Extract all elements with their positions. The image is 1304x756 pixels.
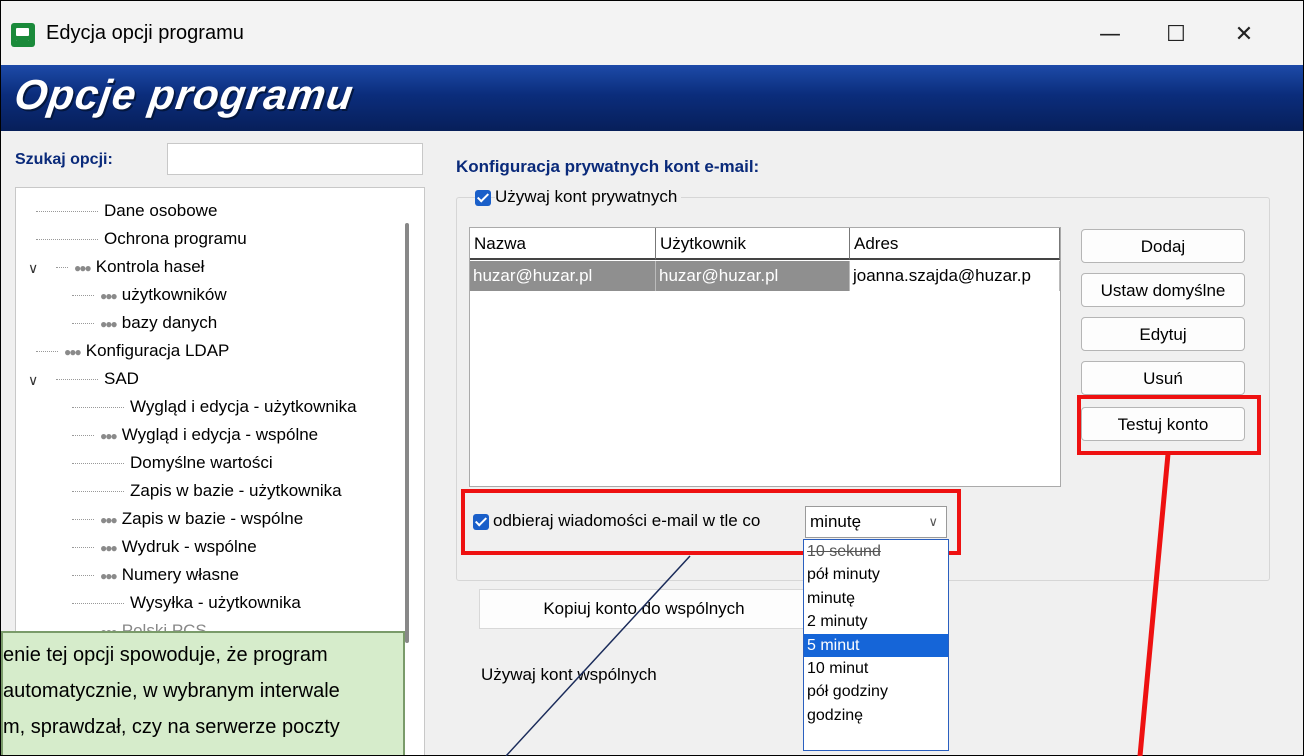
window-title: Edycja opcji programu [46,22,244,44]
interval-option[interactable]: 10 minut [804,657,948,680]
accounts-table: Nazwa Użytkownik Adres huzar@huzar.pl hu… [469,227,1061,487]
interval-dropdown: 10 sekund pół minuty minutę 2 minuty 5 m… [803,539,949,751]
users-icon: ●●● [100,317,118,331]
interval-option[interactable]: pół godziny [804,680,948,703]
tree-item[interactable]: ●●● Wygląd i edycja - wspólne [72,422,318,448]
users-icon: ●●● [64,345,82,359]
tree-item[interactable]: ●●● bazy danych [72,310,217,336]
tree-item[interactable]: SAD [56,366,139,392]
tree-item[interactable]: ●●● Konfiguracja LDAP [36,338,229,364]
table-cell: huzar@huzar.pl [656,261,850,291]
users-icon: ●●● [100,289,118,303]
use-private-checkbox[interactable] [475,190,491,206]
copy-to-common-tab[interactable]: Kopiuj konto do wspólnych [479,589,809,629]
tree-item-label: Wygląd i edycja - wspólne [121,425,319,444]
users-icon: ●●● [100,541,118,555]
tree-item[interactable]: Wygląd i edycja - użytkownika [72,394,357,420]
info-callout: enie tej opcji spowoduje, że program aut… [1,631,405,755]
tree-item[interactable]: Domyślne wartości [72,450,273,476]
edit-button[interactable]: Edytuj [1081,317,1245,351]
tree-item-label: Ochrona programu [104,229,247,248]
users-icon: ●●● [74,261,92,275]
tree-item-label: użytkowników [121,285,227,304]
tree-item-label: Kontrola haseł [95,257,205,276]
column-header[interactable]: Nazwa [470,228,656,260]
interval-option[interactable]: 2 minuty [804,610,948,633]
tree-item-label: SAD [104,369,139,388]
tree-item-label: Numery własne [121,565,239,584]
tree-item[interactable]: ●●● Numery własne [72,562,239,588]
tree-scrollbar[interactable] [405,223,409,643]
interval-option[interactable]: godzinę [804,704,948,727]
tree-item-label: Konfiguracja LDAP [85,341,230,360]
users-icon: ●●● [100,569,118,583]
interval-option[interactable]: pół minuty [804,563,948,586]
users-icon: ●●● [100,513,118,527]
tree-item[interactable]: ●●● Kontrola haseł [56,254,204,280]
maximize-icon[interactable]: ☐ [1153,15,1199,55]
interval-option[interactable]: minutę [804,587,948,610]
minimize-icon[interactable]: — [1087,15,1133,55]
tree-item-label: bazy danych [121,313,218,332]
callout-line: automatycznie, w wybranym interwale [3,680,340,702]
column-header[interactable]: Użytkownik [656,228,850,260]
users-icon: ●●● [100,429,118,443]
interval-option[interactable]: 5 minut [804,633,948,657]
chevron-down-icon[interactable]: ∨ [28,372,38,389]
tree-item[interactable]: ●●● Wydruk - wspólne [72,534,257,560]
highlight-frame [1077,395,1261,455]
tree-item[interactable]: Wysyłka - użytkownika [72,590,301,616]
callout-line: enie tej opcji spowoduje, że program [3,644,328,666]
tree-item-label: Wydruk - wspólne [121,537,257,556]
tree-item-label: Wysyłka - użytkownika [130,593,301,612]
tree-item-label: Wygląd i edycja - użytkownika [130,397,357,416]
interval-option[interactable]: 10 sekund [804,540,948,563]
search-input[interactable] [167,143,423,175]
tree-item-label: Domyślne wartości [130,453,273,472]
close-icon[interactable]: ✕ [1221,15,1267,55]
tree-item-label: Zapis w bazie - użytkownika [130,481,342,500]
set-default-button[interactable]: Ustaw domyślne [1081,273,1245,307]
tree-item[interactable]: ●●● Zapis w bazie - wspólne [72,506,303,532]
add-button[interactable]: Dodaj [1081,229,1245,263]
delete-button[interactable]: Usuń [1081,361,1245,395]
search-label: Szukaj opcji: [15,151,113,168]
tree-item-label: Zapis w bazie - wspólne [121,509,304,528]
use-private-label: Używaj kont prywatnych [495,187,682,207]
tree-item[interactable]: Zapis w bazie - użytkownika [72,478,342,504]
options-window: Edycja opcji programu — ☐ ✕ Opcje progra… [0,0,1304,756]
tree-item[interactable]: Dane osobowe [36,198,217,224]
table-cell: huzar@huzar.pl [470,261,656,291]
app-icon [11,23,35,47]
table-cell: joanna.szajda@huzar.p [850,261,1060,291]
section-title: Konfiguracja prywatnych kont e-mail: [456,157,760,176]
column-header[interactable]: Adres [850,228,1060,260]
tree-item[interactable]: Ochrona programu [36,226,247,252]
chevron-down-icon[interactable]: ∨ [28,260,38,277]
callout-line: m, sprawdzał, czy na serwerze poczty [3,716,340,738]
banner-title: Opcje programu [11,71,357,118]
use-common-label: Używaj kont wspólnych [481,665,657,684]
tree-item[interactable]: ●●● użytkowników [72,282,227,308]
tree-item-label: Dane osobowe [104,201,218,220]
